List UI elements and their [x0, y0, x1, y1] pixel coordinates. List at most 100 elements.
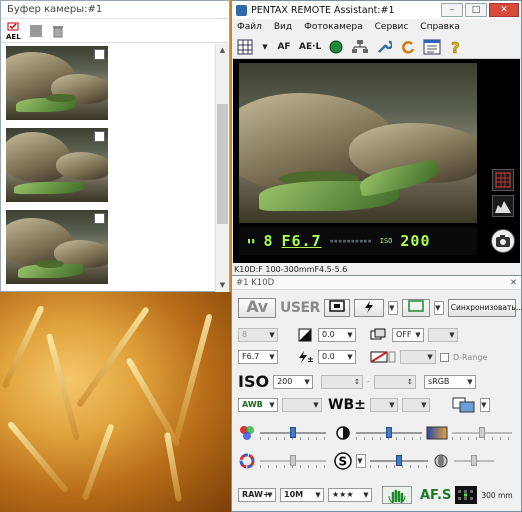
user-mode-label[interactable]: USER	[280, 300, 320, 316]
scrollbar-thumb[interactable]	[217, 104, 228, 224]
pentax-title-bar: PENTAX REMOTE Assistant:#1 – □ ✕	[232, 1, 521, 19]
iso-min-spinner[interactable]: ↕	[321, 374, 364, 389]
exposure-comp-dropdown[interactable]: 0.0 ▼	[318, 328, 356, 342]
svg-text:AEL: AEL	[6, 33, 21, 40]
drange-checkbox[interactable]	[440, 352, 449, 362]
trash-icon[interactable]	[49, 22, 67, 40]
af-area-dropdown[interactable]: ▼	[433, 301, 444, 315]
lcd-status-panel: ▮▮ 8 F6.7 ▪▪▪▪▪▪▪▪▪▪ ISO 200	[239, 227, 477, 255]
buffer-thumbnail[interactable]	[5, 127, 109, 203]
thumbnail-checkbox[interactable]	[94, 213, 105, 224]
aperture-value: F6.7	[242, 352, 260, 361]
flash-comp-dropdown[interactable]: 0.0 ▼	[318, 350, 356, 364]
af-mode-label[interactable]: AF.S	[420, 488, 451, 503]
shutter-speed-dropdown[interactable]: 8 ▼	[238, 328, 278, 342]
flash-mode-icon[interactable]	[353, 299, 384, 317]
bracket-dropdown[interactable]: OFF ▼	[392, 328, 424, 342]
flash-comp-icon: ±	[296, 348, 314, 366]
drange-label: D-Range	[453, 352, 488, 362]
green-button-icon[interactable]	[327, 38, 345, 56]
color-slider[interactable]	[260, 454, 326, 468]
close-button[interactable]: ✕	[489, 3, 519, 17]
wb-value: AWB	[242, 400, 263, 409]
shake-reduction-hand-icon[interactable]	[382, 486, 412, 504]
capture-camera-icon[interactable]	[491, 229, 515, 253]
buffer-thumbnail[interactable]	[5, 45, 109, 121]
help-icon[interactable]: ?	[447, 38, 465, 56]
iso-max-spinner[interactable]: ↕	[373, 374, 416, 389]
ael-select-icon[interactable]: AEL	[5, 22, 23, 40]
saturation-slider[interactable]	[260, 426, 326, 440]
sharpness-mode-dropdown[interactable]: ▼	[356, 454, 366, 468]
quality-value: ★★★	[332, 490, 354, 499]
panel-title-bar: #1 K10D ✕	[232, 276, 521, 290]
thumbnail-checkbox[interactable]	[94, 131, 105, 142]
resolution-value: 10M	[284, 490, 304, 499]
af-points-icon[interactable]	[455, 486, 478, 504]
monitor-icon[interactable]	[452, 396, 476, 414]
panel-title: #1 K10D	[236, 277, 275, 288]
exposure-comp-icon	[296, 326, 314, 344]
thumbnail-checkbox[interactable]	[94, 49, 105, 60]
buffer-window-title: Буфер камеры:#1	[1, 1, 229, 19]
wrench-icon[interactable]	[375, 38, 393, 56]
scroll-up-icon[interactable]: ▲	[216, 44, 229, 57]
refresh-icon[interactable]	[399, 38, 417, 56]
hue-icon	[426, 424, 448, 442]
exposure-comp-value: 0.0	[322, 330, 335, 339]
stop-icon[interactable]	[27, 22, 45, 40]
menu-camera[interactable]: Фотокамера	[304, 22, 363, 32]
lcd-shots: 8	[263, 232, 274, 250]
svg-text:?: ?	[451, 39, 460, 55]
bracket-step-dropdown[interactable]: ▼	[428, 328, 458, 342]
quality-dropdown[interactable]: ★★★ ▼	[328, 488, 372, 502]
iso-title: ISO	[238, 372, 270, 391]
menu-view[interactable]: Вид	[274, 22, 292, 32]
exposure-scale: ▪▪▪▪▪▪▪▪▪▪	[329, 237, 372, 245]
raw-format-dropdown[interactable]: RAW+ ▼	[238, 488, 276, 502]
contrast-slider[interactable]	[356, 426, 422, 440]
hue-slider[interactable]	[452, 426, 512, 440]
exposure-mode-button[interactable]: Av	[238, 298, 276, 318]
dropdown-arrow-icon[interactable]: ▼	[261, 38, 269, 56]
metering-icon[interactable]	[323, 299, 350, 317]
grid-overlay-icon[interactable]	[492, 169, 514, 191]
sync-button[interactable]: Синхронизовать...	[447, 299, 522, 317]
buffer-scrollbar[interactable]: ▲ ▼	[215, 44, 229, 292]
menu-file[interactable]: Файл	[237, 22, 262, 32]
af-area-icon[interactable]	[401, 299, 430, 317]
monitor-dropdown[interactable]: ▼	[479, 398, 490, 412]
menu-service[interactable]: Сервис	[375, 22, 409, 32]
properties-icon[interactable]	[423, 38, 441, 56]
extra-slider[interactable]	[454, 454, 494, 468]
flash-mode-dropdown[interactable]: ▼	[387, 301, 398, 315]
panel-close-button[interactable]: ✕	[510, 278, 517, 288]
shake-reduction-dropdown[interactable]: ▼	[400, 350, 436, 364]
shake-reduction-icon[interactable]	[370, 348, 396, 366]
k10d-control-panel: #1 K10D ✕ Av USER ▼ ▼ Синхронизовать... …	[231, 276, 522, 512]
ael-button[interactable]: AE·L	[299, 38, 321, 56]
maximize-button[interactable]: □	[465, 3, 487, 17]
wb-adjust-dropdown-1[interactable]: ▼	[369, 398, 398, 412]
color-space-dropdown[interactable]: sRGB ▼	[423, 374, 476, 389]
aperture-dropdown[interactable]: F6.7 ▼	[238, 350, 278, 364]
wb-preset-dropdown[interactable]: ▼	[282, 398, 322, 412]
iso-dropdown[interactable]: 200 ▼	[273, 374, 314, 389]
buffer-thumbnail[interactable]	[5, 209, 109, 285]
live-view-image[interactable]	[239, 63, 477, 223]
wb-adjust-dropdown-2[interactable]: ▼	[401, 398, 430, 412]
scroll-down-icon[interactable]: ▼	[216, 279, 229, 292]
network-icon[interactable]	[351, 38, 369, 56]
grid-view-icon[interactable]	[237, 38, 255, 56]
wb-dropdown[interactable]: AWB ▼	[238, 398, 278, 412]
histogram-icon[interactable]	[492, 195, 514, 217]
af-button[interactable]: AF	[275, 38, 293, 56]
iso-range-separator: -	[367, 377, 370, 386]
saturation-icon	[238, 424, 256, 442]
menu-help[interactable]: Справка	[420, 22, 460, 32]
resolution-dropdown[interactable]: 10M ▼	[280, 488, 324, 502]
camera-buffer-window: Буфер камеры:#1 AEL ▲ ▼	[0, 0, 230, 292]
bracket-icon	[370, 326, 388, 344]
sharpness-slider[interactable]	[370, 454, 428, 468]
minimize-button[interactable]: –	[441, 3, 463, 17]
